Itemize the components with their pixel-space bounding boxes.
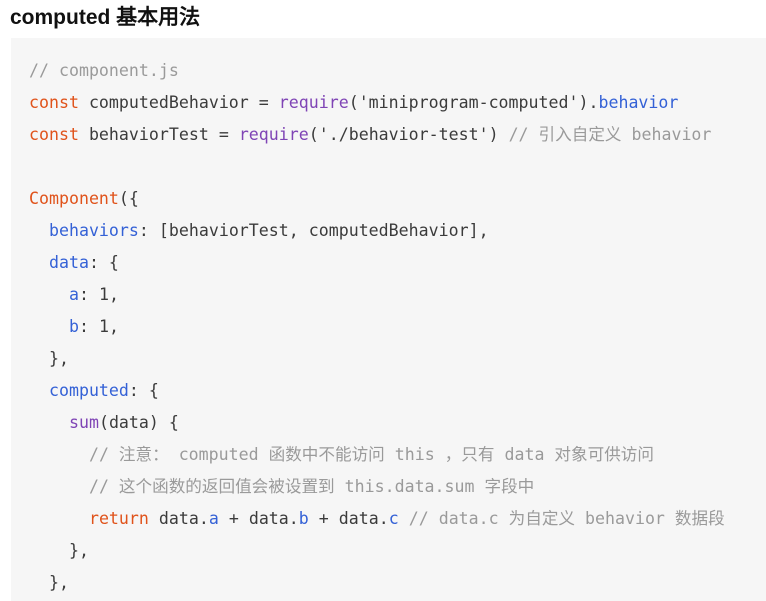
code-text: : {	[128, 381, 159, 400]
code-comment: // data.c 为自定义 behavior 数据段	[408, 509, 725, 528]
code-comment: // 注意： computed 函数中不能访问 this ，只有 data 对象…	[88, 445, 654, 464]
code-text: ('./behavior-test')	[308, 125, 509, 144]
code-line: behaviors: [behaviorTest, computedBehavi…	[29, 215, 766, 247]
code-text: ('miniprogram-computed').	[348, 93, 599, 112]
code-function: require	[278, 93, 349, 112]
code-line: // 注意： computed 函数中不能访问 this ，只有 data 对象…	[29, 439, 766, 471]
code-line: Component({	[29, 183, 766, 215]
code-text: },	[29, 573, 69, 592]
code-property: c	[388, 509, 399, 528]
code-lines: // component.js const computedBehavior = …	[29, 55, 766, 599]
code-line: const computedBehavior = require('minipr…	[29, 87, 766, 119]
code-property: b	[68, 317, 79, 336]
code-text: : 1,	[78, 285, 119, 304]
code-comment: // 这个函数的返回值会被设置到 this.data.sum 字段中	[88, 477, 535, 496]
code-line: return data.a + data.b + data.c // data.…	[29, 503, 766, 535]
code-line: },	[29, 567, 766, 599]
code-text: behaviorTest =	[78, 125, 239, 144]
code-line: const behaviorTest = require('./behavior…	[29, 119, 766, 151]
code-line: },	[29, 343, 766, 375]
code-line: },	[29, 535, 766, 567]
code-function: require	[238, 125, 309, 144]
code-text: computedBehavior =	[78, 93, 279, 112]
code-property: behaviors	[48, 221, 139, 240]
code-function: sum	[68, 413, 99, 432]
code-property: behavior	[598, 93, 679, 112]
code-text: ({	[118, 189, 139, 208]
code-line: // component.js	[29, 55, 766, 87]
code-text: : [behaviorTest, computedBehavior],	[138, 221, 489, 240]
code-property: b	[298, 509, 309, 528]
code-block[interactable]: // component.js const computedBehavior = …	[11, 38, 766, 601]
code-text: + data.	[308, 509, 389, 528]
code-comment: // 引入自定义 behavior	[508, 125, 712, 144]
code-text: data.	[148, 509, 209, 528]
code-property: a	[68, 285, 79, 304]
code-property: data	[48, 253, 89, 272]
code-text: + data.	[218, 509, 299, 528]
code-line: a: 1,	[29, 279, 766, 311]
code-property: computed	[48, 381, 129, 400]
code-line: computed: {	[29, 375, 766, 407]
code-keyword: Component	[29, 189, 119, 208]
code-line: b: 1,	[29, 311, 766, 343]
code-comment: // component.js	[29, 61, 179, 80]
code-keyword: const	[29, 125, 79, 144]
code-property: a	[208, 509, 219, 528]
code-text: },	[29, 541, 89, 560]
code-text: : {	[88, 253, 119, 272]
code-line: // 这个函数的返回值会被设置到 this.data.sum 字段中	[29, 471, 766, 503]
code-text: },	[29, 349, 69, 368]
section-heading: computed 基本用法	[10, 6, 201, 29]
code-text: (data) {	[98, 413, 179, 432]
code-text: : 1,	[78, 317, 119, 336]
code-keyword: const	[29, 93, 79, 112]
code-line: data: {	[29, 247, 766, 279]
code-keyword: return	[88, 509, 149, 528]
code-line: sum(data) {	[29, 407, 766, 439]
